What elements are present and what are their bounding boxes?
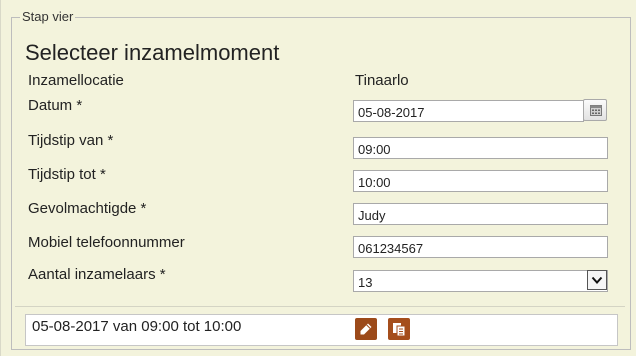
collectors-label: Aantal inzamelaars *: [28, 266, 166, 283]
time-to-label: Tijdstip tot *: [28, 166, 106, 183]
selected-moment-item: 05-08-2017 van 09:00 tot 10:00: [25, 314, 618, 346]
copy-icon: [393, 323, 406, 337]
selected-moment-text: 05-08-2017 van 09:00 tot 10:00: [32, 318, 242, 335]
calendar-icon: [590, 105, 602, 116]
step-panel: Stap vier Selecteer inzamelmoment Inzame…: [0, 0, 636, 356]
section-divider: [15, 306, 625, 307]
mobile-field[interactable]: 061234567: [353, 236, 608, 258]
pencil-icon: [360, 323, 372, 335]
copy-button[interactable]: [388, 318, 410, 340]
collectors-select[interactable]: 13: [353, 270, 608, 292]
authorized-label: Gevolmachtigde *: [28, 200, 147, 217]
step-legend: Stap vier: [22, 9, 74, 24]
page-title: Selecteer inzamelmoment: [25, 40, 280, 65]
time-from-field[interactable]: 09:00: [353, 137, 608, 159]
calendar-button[interactable]: [583, 99, 607, 121]
time-to-field[interactable]: 10:00: [353, 170, 608, 192]
location-label: Inzamellocatie: [28, 72, 124, 89]
date-label: Datum *: [28, 97, 83, 114]
collectors-dropdown-button[interactable]: [587, 270, 607, 290]
time-from-label: Tijdstip van *: [28, 132, 114, 149]
mobile-label: Mobiel telefoonnummer: [28, 234, 185, 251]
date-field[interactable]: 05-08-2017: [353, 100, 584, 122]
location-value: Tinaarlo: [355, 72, 409, 89]
chevron-down-icon: [591, 276, 603, 284]
edit-button[interactable]: [355, 318, 377, 340]
authorized-field[interactable]: Judy: [353, 203, 608, 225]
